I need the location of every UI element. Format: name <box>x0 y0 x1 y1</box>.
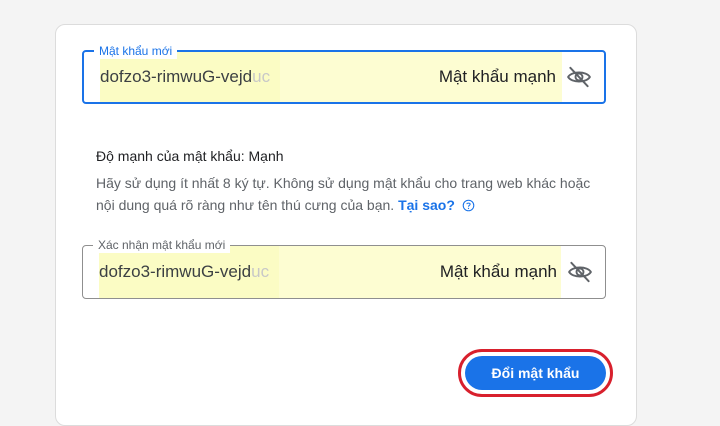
confirm-password-strength-badge: Mật khẩu mạnh <box>439 262 557 281</box>
confirm-password-label: Xác nhận mật khẩu mới <box>93 237 231 253</box>
new-password-value[interactable]: dofzo3-rimwuG-vejduc <box>100 67 275 87</box>
change-password-annotation: Đổi mật khẩu <box>458 349 613 397</box>
password-hint: Hãy sử dụng ít nhất 8 ký tự. Không sử dụ… <box>96 175 591 213</box>
new-password-field[interactable]: Mật khẩu mới dofzo3-rimwuG-vejduc Mật kh… <box>82 43 606 104</box>
confirm-password-value[interactable]: dofzo3-rimwuG-vejduc <box>99 262 274 282</box>
help-circle-icon[interactable] <box>462 199 475 212</box>
confirm-password-field[interactable]: Xác nhận mật khẩu mới dofzo3-rimwuG-vejd… <box>82 237 606 299</box>
why-link[interactable]: Tại sao? <box>398 197 455 213</box>
new-password-label: Mật khẩu mới <box>94 43 178 59</box>
new-password-strength-badge: Mật khẩu mạnh <box>438 67 556 86</box>
password-strength-title: Độ mạnh của mật khẩu: Mạnh <box>96 148 284 164</box>
change-password-button[interactable]: Đổi mật khẩu <box>465 356 606 390</box>
eye-off-icon[interactable] <box>566 64 592 90</box>
eye-off-icon[interactable] <box>567 259 593 285</box>
